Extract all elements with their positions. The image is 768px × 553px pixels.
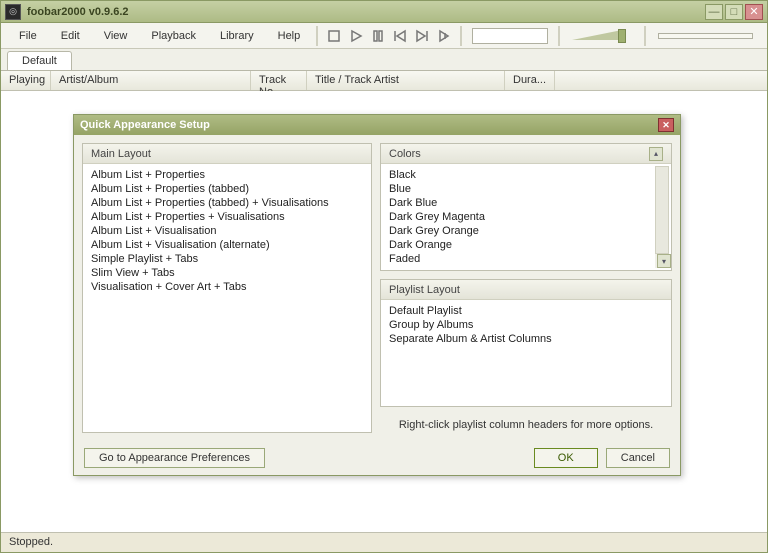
- list-item[interactable]: Visualisation + Cover Art + Tabs: [91, 280, 363, 294]
- maximize-button[interactable]: □: [725, 4, 743, 20]
- playlist-tabs: Default: [1, 49, 767, 71]
- column-headers[interactable]: Playing Artist/Album Track No Title / Tr…: [1, 71, 767, 91]
- col-title[interactable]: Title / Track Artist: [307, 71, 505, 90]
- list-item[interactable]: Dark Grey Orange: [389, 224, 653, 238]
- play-icon[interactable]: [346, 26, 366, 46]
- colors-header: Colors ▴: [381, 144, 671, 164]
- colors-header-label: Colors: [389, 148, 421, 160]
- playlist-layout-group: Playlist Layout Default Playlist Group b…: [380, 279, 672, 407]
- next-icon[interactable]: [412, 26, 432, 46]
- progress-bar[interactable]: [658, 33, 753, 39]
- list-item[interactable]: Album List + Properties: [91, 168, 363, 182]
- main-window: ◎ foobar2000 v0.9.6.2 — □ ✕ File Edit Vi…: [0, 0, 768, 553]
- cancel-button[interactable]: Cancel: [606, 448, 670, 468]
- prev-icon[interactable]: [390, 26, 410, 46]
- scrollbar-track[interactable]: [655, 166, 669, 254]
- goto-preferences-button[interactable]: Go to Appearance Preferences: [84, 448, 265, 468]
- tab-default[interactable]: Default: [7, 51, 72, 70]
- dialog-footer: Go to Appearance Preferences OK Cancel: [74, 441, 680, 475]
- list-item[interactable]: Black: [389, 168, 653, 182]
- colors-group: Colors ▴ Black Blue Dark Blue Dark Grey …: [380, 143, 672, 271]
- list-item[interactable]: Separate Album & Artist Columns: [389, 332, 663, 346]
- menu-file[interactable]: File: [9, 27, 47, 45]
- app-icon: ◎: [5, 4, 21, 20]
- menu-playback[interactable]: Playback: [141, 27, 206, 45]
- random-icon[interactable]: [434, 26, 454, 46]
- hint-text: Right-click playlist column headers for …: [380, 415, 672, 433]
- list-item[interactable]: Dark Orange: [389, 238, 653, 252]
- list-item[interactable]: Group by Albums: [389, 318, 663, 332]
- volume-slider[interactable]: [572, 29, 632, 43]
- statusbar: Stopped.: [1, 532, 767, 552]
- dialog-title: Quick Appearance Setup: [80, 119, 658, 131]
- list-item[interactable]: Dark Blue: [389, 196, 653, 210]
- separator: [644, 26, 646, 46]
- separator: [316, 26, 318, 46]
- dialog-close-button[interactable]: ✕: [658, 118, 674, 132]
- colors-list[interactable]: Black Blue Dark Blue Dark Grey Magenta D…: [381, 164, 671, 270]
- list-item[interactable]: Blue: [389, 182, 653, 196]
- list-item[interactable]: Default Playlist: [389, 304, 663, 318]
- quick-appearance-dialog: Quick Appearance Setup ✕ Main Layout Alb…: [73, 114, 681, 476]
- playlist-layout-list[interactable]: Default Playlist Group by Albums Separat…: [381, 300, 671, 406]
- menu-edit[interactable]: Edit: [51, 27, 90, 45]
- dialog-titlebar[interactable]: Quick Appearance Setup ✕: [74, 115, 680, 135]
- list-item[interactable]: Simple Playlist + Tabs: [91, 252, 363, 266]
- minimize-button[interactable]: —: [705, 4, 723, 20]
- menu-view[interactable]: View: [94, 27, 138, 45]
- playlist-layout-header: Playlist Layout: [381, 280, 671, 300]
- titlebar[interactable]: ◎ foobar2000 v0.9.6.2 — □ ✕: [1, 1, 767, 23]
- list-item[interactable]: Album List + Visualisation: [91, 224, 363, 238]
- volume-handle[interactable]: [618, 29, 626, 43]
- menubar: File Edit View Playback Library Help: [1, 23, 767, 49]
- col-trackno[interactable]: Track No: [251, 71, 307, 90]
- window-title: foobar2000 v0.9.6.2: [27, 6, 705, 18]
- list-item[interactable]: Dark Grey Magenta: [389, 210, 653, 224]
- scrollbar[interactable]: ▾: [655, 166, 669, 268]
- separator: [460, 26, 462, 46]
- scroll-up-icon[interactable]: ▴: [649, 147, 663, 161]
- stop-icon[interactable]: [324, 26, 344, 46]
- playlist-area: Quick Appearance Setup ✕ Main Layout Alb…: [1, 91, 767, 532]
- col-playing[interactable]: Playing: [1, 71, 51, 90]
- list-item[interactable]: Album List + Properties + Visualisations: [91, 210, 363, 224]
- main-layout-header: Main Layout: [83, 144, 371, 164]
- close-button[interactable]: ✕: [745, 4, 763, 20]
- col-artist[interactable]: Artist/Album: [51, 71, 251, 90]
- list-item[interactable]: Album List + Properties (tabbed) + Visua…: [91, 196, 363, 210]
- status-text: Stopped.: [9, 536, 53, 548]
- main-layout-list[interactable]: Album List + Properties Album List + Pro…: [83, 164, 371, 432]
- seek-bar[interactable]: [472, 28, 548, 44]
- main-layout-group: Main Layout Album List + Properties Albu…: [82, 143, 372, 433]
- col-duration[interactable]: Dura...: [505, 71, 555, 90]
- list-item[interactable]: Album List + Visualisation (alternate): [91, 238, 363, 252]
- ok-button[interactable]: OK: [534, 448, 598, 468]
- menu-library[interactable]: Library: [210, 27, 264, 45]
- scroll-down-icon[interactable]: ▾: [657, 254, 671, 268]
- list-item[interactable]: Faded: [389, 252, 653, 266]
- list-item[interactable]: Album List + Properties (tabbed): [91, 182, 363, 196]
- menu-help[interactable]: Help: [268, 27, 311, 45]
- separator: [558, 26, 560, 46]
- list-item[interactable]: Slim View + Tabs: [91, 266, 363, 280]
- pause-icon[interactable]: [368, 26, 388, 46]
